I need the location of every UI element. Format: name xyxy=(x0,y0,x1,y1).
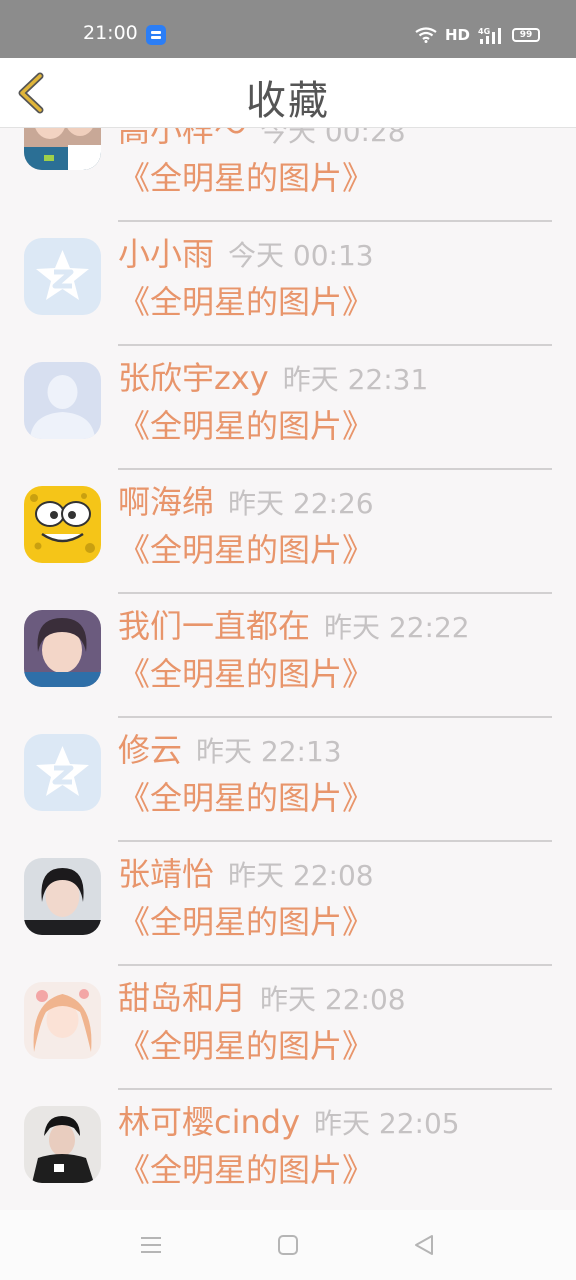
avatar xyxy=(24,858,101,935)
battery-icon: 99 xyxy=(512,28,540,42)
item-header: 高小样～ 今天 00:28 xyxy=(118,128,406,151)
divider xyxy=(118,220,552,222)
signal-icon: 4G xyxy=(478,26,504,44)
sponge-icon xyxy=(24,486,101,563)
item-title[interactable]: 《全明星的图片》 xyxy=(118,525,374,571)
home-square-icon xyxy=(278,1235,298,1255)
item-header: 我们一直都在 昨天 22:22 xyxy=(118,601,470,647)
avatar xyxy=(24,238,101,315)
list-item[interactable]: 张欣宇zxy 昨天 22:31 《全明星的图片》 xyxy=(0,355,576,479)
timestamp: 昨天 22:22 xyxy=(324,611,470,644)
user-name[interactable]: 高小样～ xyxy=(118,128,246,149)
divider xyxy=(118,716,552,718)
user-name[interactable]: 张欣宇zxy xyxy=(118,359,269,397)
divider xyxy=(118,344,552,346)
app-header: 收藏 xyxy=(0,58,576,128)
divider xyxy=(118,468,552,470)
avatar xyxy=(24,486,101,563)
user-name[interactable]: 甜岛和月 xyxy=(118,979,246,1017)
user-name[interactable]: 小小雨 xyxy=(118,235,214,273)
default-person-icon xyxy=(24,362,101,439)
item-title[interactable]: 《全明星的图片》 xyxy=(118,1145,374,1191)
status-time: 21:00 xyxy=(83,22,138,44)
list-item[interactable]: 修云 昨天 22:13 《全明星的图片》 xyxy=(0,727,576,851)
item-header: 小小雨 今天 00:13 xyxy=(118,229,374,275)
menu-icon xyxy=(141,1237,161,1253)
item-title[interactable]: 《全明星的图片》 xyxy=(118,153,374,199)
timestamp: 今天 00:13 xyxy=(228,239,374,272)
status-bar: 21:00 HD 4G 99 xyxy=(0,0,576,58)
app-notification-icon xyxy=(146,25,166,45)
system-nav-bar xyxy=(0,1210,576,1280)
favorites-list[interactable]: 高小样～ 今天 00:28 《全明星的图片》 小小雨 今天 00:13 《全明星的图… xyxy=(0,128,576,1210)
item-title[interactable]: 《全明星的图片》 xyxy=(118,649,374,695)
timestamp: 昨天 22:05 xyxy=(314,1107,460,1140)
timestamp: 昨天 22:08 xyxy=(228,859,374,892)
system-back-button[interactable] xyxy=(411,1232,437,1258)
divider xyxy=(118,840,552,842)
home-button[interactable] xyxy=(275,1232,301,1258)
item-title[interactable]: 《全明星的图片》 xyxy=(118,277,374,323)
list-item[interactable]: 甜岛和月 昨天 22:08 《全明星的图片》 xyxy=(0,975,576,1099)
timestamp: 昨天 22:08 xyxy=(260,983,406,1016)
list-item[interactable]: 啊海绵 昨天 22:26 《全明星的图片》 xyxy=(0,479,576,603)
avatar xyxy=(24,362,101,439)
list-item[interactable]: 高小样～ 今天 00:28 《全明星的图片》 xyxy=(0,128,576,231)
item-title[interactable]: 《全明星的图片》 xyxy=(118,897,374,943)
hd-label: HD xyxy=(444,26,470,44)
page-title: 收藏 xyxy=(246,78,330,124)
user-name[interactable]: 啊海绵 xyxy=(118,483,214,521)
user-name[interactable]: 我们一直都在 xyxy=(118,607,310,645)
network-label: 4G xyxy=(478,27,490,36)
item-header: 啊海绵 昨天 22:26 xyxy=(118,477,374,523)
avatar xyxy=(24,128,101,170)
item-header: 林可樱cindy 昨天 22:05 xyxy=(118,1097,460,1143)
qq-star-icon xyxy=(24,734,101,811)
divider xyxy=(118,592,552,594)
item-header: 张靖怡 昨天 22:08 xyxy=(118,849,374,895)
avatar xyxy=(24,610,101,687)
qq-star-icon xyxy=(24,238,101,315)
item-header: 修云 昨天 22:13 xyxy=(118,725,342,771)
list-item[interactable]: 我们一直都在 昨天 22:22 《全明星的图片》 xyxy=(0,603,576,727)
back-triangle-icon xyxy=(415,1235,433,1255)
status-indicators: HD 4G 99 xyxy=(415,24,540,46)
timestamp: 昨天 22:31 xyxy=(282,363,429,396)
user-name[interactable]: 张靖怡 xyxy=(118,855,214,893)
timestamp: 昨天 22:13 xyxy=(196,735,342,768)
list-item[interactable]: 小小雨 今天 00:13 《全明星的图片》 xyxy=(0,231,576,355)
user-name[interactable]: 修云 xyxy=(118,731,182,769)
item-header: 甜岛和月 昨天 22:08 xyxy=(118,973,406,1019)
user-name[interactable]: 林可樱cindy xyxy=(118,1103,300,1141)
item-title[interactable]: 《全明星的图片》 xyxy=(118,773,374,819)
menu-button[interactable] xyxy=(138,1232,164,1258)
avatar xyxy=(24,734,101,811)
item-title[interactable]: 《全明星的图片》 xyxy=(118,401,374,447)
avatar xyxy=(24,982,101,1059)
item-header: 张欣宇zxy 昨天 22:31 xyxy=(118,353,428,399)
divider xyxy=(118,964,552,966)
timestamp: 昨天 22:26 xyxy=(228,487,374,520)
list-item[interactable]: 林可樱cindy 昨天 22:05 《全明星的图片》 xyxy=(0,1099,576,1210)
avatar xyxy=(24,1106,101,1183)
timestamp: 今天 00:28 xyxy=(260,128,406,148)
divider xyxy=(118,1088,552,1090)
list-item[interactable]: 张靖怡 昨天 22:08 《全明星的图片》 xyxy=(0,851,576,975)
item-title[interactable]: 《全明星的图片》 xyxy=(118,1021,374,1067)
wifi-icon xyxy=(415,27,437,43)
